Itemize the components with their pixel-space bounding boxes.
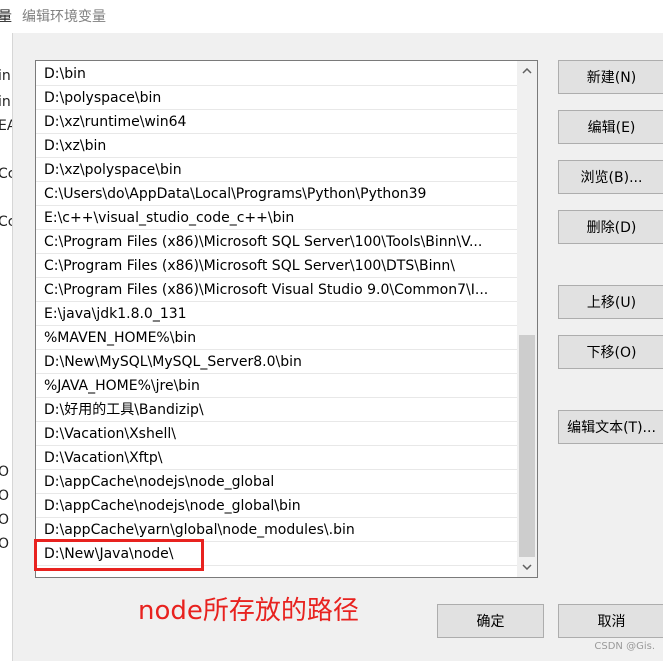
path-entry[interactable]: C:\Program Files (x86)\Microsoft SQL Ser… (36, 230, 517, 254)
path-entry[interactable]: D:\New\MySQL\MySQL_Server8.0\bin (36, 350, 517, 374)
edit-button[interactable]: 编辑(E) (558, 110, 663, 144)
move-down-button[interactable]: 下移(O) (558, 335, 663, 369)
bg-fragment: O (0, 464, 9, 480)
path-entry[interactable]: C:\Users\do\AppData\Local\Programs\Pytho… (36, 182, 517, 206)
bg-fragment: Cc (0, 166, 12, 182)
delete-button[interactable]: 删除(D) (558, 210, 663, 244)
vertical-scrollbar[interactable] (517, 61, 537, 577)
title-bar[interactable]: 编辑环境变量 (12, 0, 663, 33)
cancel-button[interactable]: 取消 (558, 604, 663, 638)
bg-fragment: O (0, 512, 9, 528)
bg-fragment: Cc (0, 214, 12, 230)
bg-fragment: O (0, 536, 9, 552)
bg-fragment: EA (0, 118, 12, 134)
path-entry[interactable]: D:\Vacation\Xftp\ (36, 446, 517, 470)
highlight-annotation-box (34, 539, 204, 571)
watermark: CSDN @Gis. (594, 641, 655, 652)
path-entry[interactable]: C:\Program Files (x86)\Microsoft SQL Ser… (36, 254, 517, 278)
edit-text-button[interactable]: 编辑文本(T)... (558, 410, 663, 444)
ok-button[interactable]: 确定 (437, 604, 544, 638)
path-entry[interactable]: D:\xz\runtime\win64 (36, 110, 517, 134)
path-entry[interactable]: D:\Vacation\Xshell\ (36, 422, 517, 446)
path-entry[interactable]: %JAVA_HOME%\jre\bin (36, 374, 517, 398)
path-entry[interactable]: D:\bin (36, 62, 517, 86)
path-entry[interactable]: D:\appCache\nodejs\node_global (36, 470, 517, 494)
scroll-up-arrow-icon[interactable] (517, 61, 537, 81)
move-up-button[interactable]: 上移(U) (558, 285, 663, 319)
scrollbar-thumb[interactable] (519, 335, 535, 557)
bg-fragment: O (0, 488, 9, 504)
scroll-down-arrow-icon[interactable] (517, 557, 537, 577)
path-entry[interactable]: D:\appCache\nodejs\node_global\bin (36, 494, 517, 518)
path-entry[interactable]: D:\好用的工具\Bandizip\ (36, 398, 517, 422)
new-button[interactable]: 新建(N) (558, 60, 663, 94)
annotation-text: node所存放的路径 (138, 596, 359, 626)
browse-button[interactable]: 浏览(B)... (558, 160, 663, 194)
bg-fragment: in (0, 94, 11, 110)
window-title: 编辑环境变量 (22, 9, 106, 25)
path-entry[interactable]: %MAVEN_HOME%\bin (36, 326, 517, 350)
path-entry[interactable]: E:\java\jdk1.8.0_131 (36, 302, 517, 326)
path-entry[interactable]: E:\c++\visual_studio_code_c++\bin (36, 206, 517, 230)
bg-fragment: in (0, 68, 11, 84)
background-window-edge: 量 in in EA Cc Cc O O O O (0, 0, 13, 661)
path-entry[interactable]: D:\xz\polyspace\bin (36, 158, 517, 182)
bg-fragment: 量 (0, 6, 12, 26)
path-list[interactable]: D:\bin D:\polyspace\bin D:\xz\runtime\wi… (35, 60, 538, 578)
path-entry[interactable]: C:\Program Files (x86)\Microsoft Visual … (36, 278, 517, 302)
path-entry[interactable]: D:\xz\bin (36, 134, 517, 158)
path-entry[interactable]: D:\polyspace\bin (36, 86, 517, 110)
